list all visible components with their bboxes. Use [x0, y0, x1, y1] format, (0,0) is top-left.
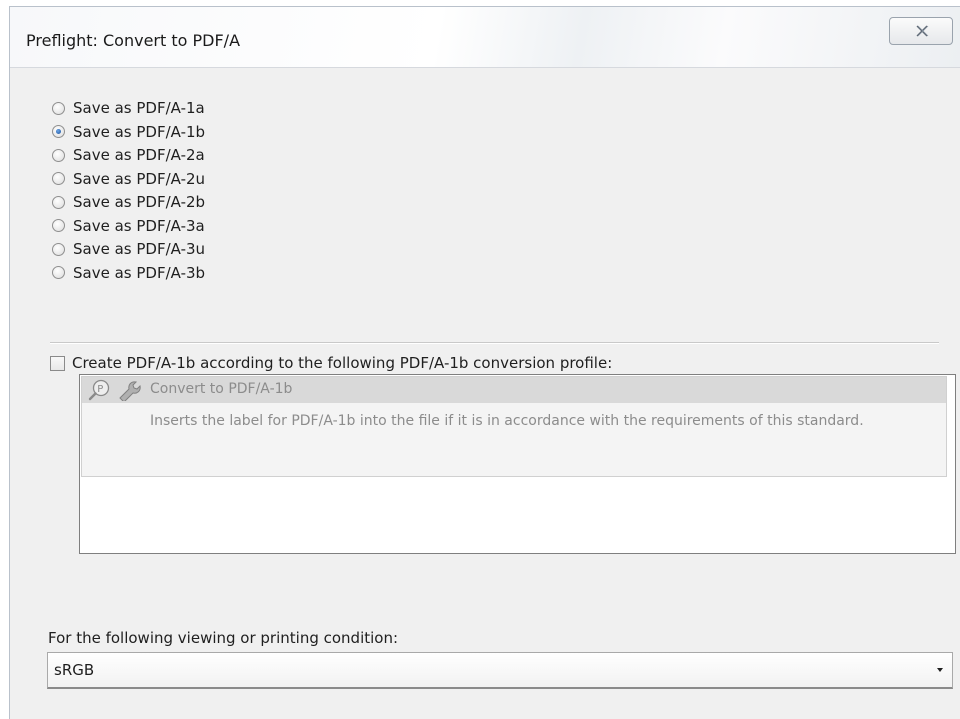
conformance-option[interactable]: Save as PDF/A-1a [52, 96, 205, 120]
profile-checkbox-label: Create PDF/A-1b according to the followi… [72, 354, 613, 372]
title-bar: Preflight: Convert to PDF/A [10, 7, 960, 68]
conformance-option[interactable]: Save as PDF/A-3b [52, 261, 205, 285]
chevron-down-icon[interactable] [937, 668, 943, 672]
svg-text:P: P [97, 384, 103, 395]
profile-list[interactable]: P Convert to PDF/A-1b Inserts the label … [79, 374, 956, 554]
radio-button[interactable] [52, 148, 65, 162]
profile-description: Inserts the label for PDF/A-1b into the … [150, 413, 864, 429]
conformance-option[interactable]: Save as PDF/A-3u [52, 237, 205, 261]
radio-label: Save as PDF/A-2u [73, 169, 206, 188]
radio-button[interactable] [52, 242, 65, 256]
condition-select-value: sRGB [54, 661, 95, 679]
radio-label: Save as PDF/A-3a [73, 216, 205, 235]
radio-label: Save as PDF/A-1a [73, 99, 205, 117]
profile-checkbox[interactable] [50, 355, 65, 371]
conformance-option[interactable]: Save as PDF/A-2a [52, 143, 205, 167]
radio-button[interactable] [52, 266, 65, 279]
close-icon [916, 25, 929, 37]
radio-label: Save as PDF/A-2a [73, 146, 205, 164]
radio-label: Save as PDF/A-2b [73, 193, 206, 211]
wrench-fixup-icon [119, 381, 141, 401]
radio-label: Save as PDF/A-3u [73, 240, 206, 258]
profile-name: Convert to PDF/A-1b [150, 381, 293, 397]
profile-list-item[interactable]: P Convert to PDF/A-1b Inserts the label … [81, 376, 947, 477]
preflight-dialog: Preflight: Convert to PDF/A Save as PDF/… [9, 6, 960, 719]
radio-label: Save as PDF/A-3b [73, 263, 206, 282]
dialog-title: Preflight: Convert to PDF/A [26, 31, 241, 50]
radio-button[interactable] [52, 101, 65, 115]
radio-button[interactable] [52, 172, 65, 185]
conformance-option[interactable]: Save as PDF/A-2u [52, 167, 205, 191]
conformance-option[interactable]: Save as PDF/A-3a [52, 214, 205, 238]
profile-item-header: P Convert to PDF/A-1b [82, 377, 946, 403]
radio-button[interactable] [52, 219, 65, 232]
condition-select[interactable]: sRGB [47, 652, 953, 689]
radio-button[interactable] [52, 125, 65, 138]
conformance-option[interactable]: Save as PDF/A-1b [52, 120, 205, 144]
profile-checkbox-row[interactable]: Create PDF/A-1b according to the followi… [50, 354, 612, 372]
radio-button[interactable] [52, 195, 65, 209]
dialog-body: Save as PDF/A-1a Save as PDF/A-1b Save as … [10, 68, 960, 719]
close-button[interactable] [889, 17, 953, 45]
preflight-search-icon: P [88, 379, 110, 401]
radio-label: Save as PDF/A-1b [73, 122, 206, 141]
conformance-option[interactable]: Save as PDF/A-2b [52, 190, 205, 214]
divider [50, 342, 939, 344]
condition-label: For the following viewing or printing co… [48, 629, 399, 647]
